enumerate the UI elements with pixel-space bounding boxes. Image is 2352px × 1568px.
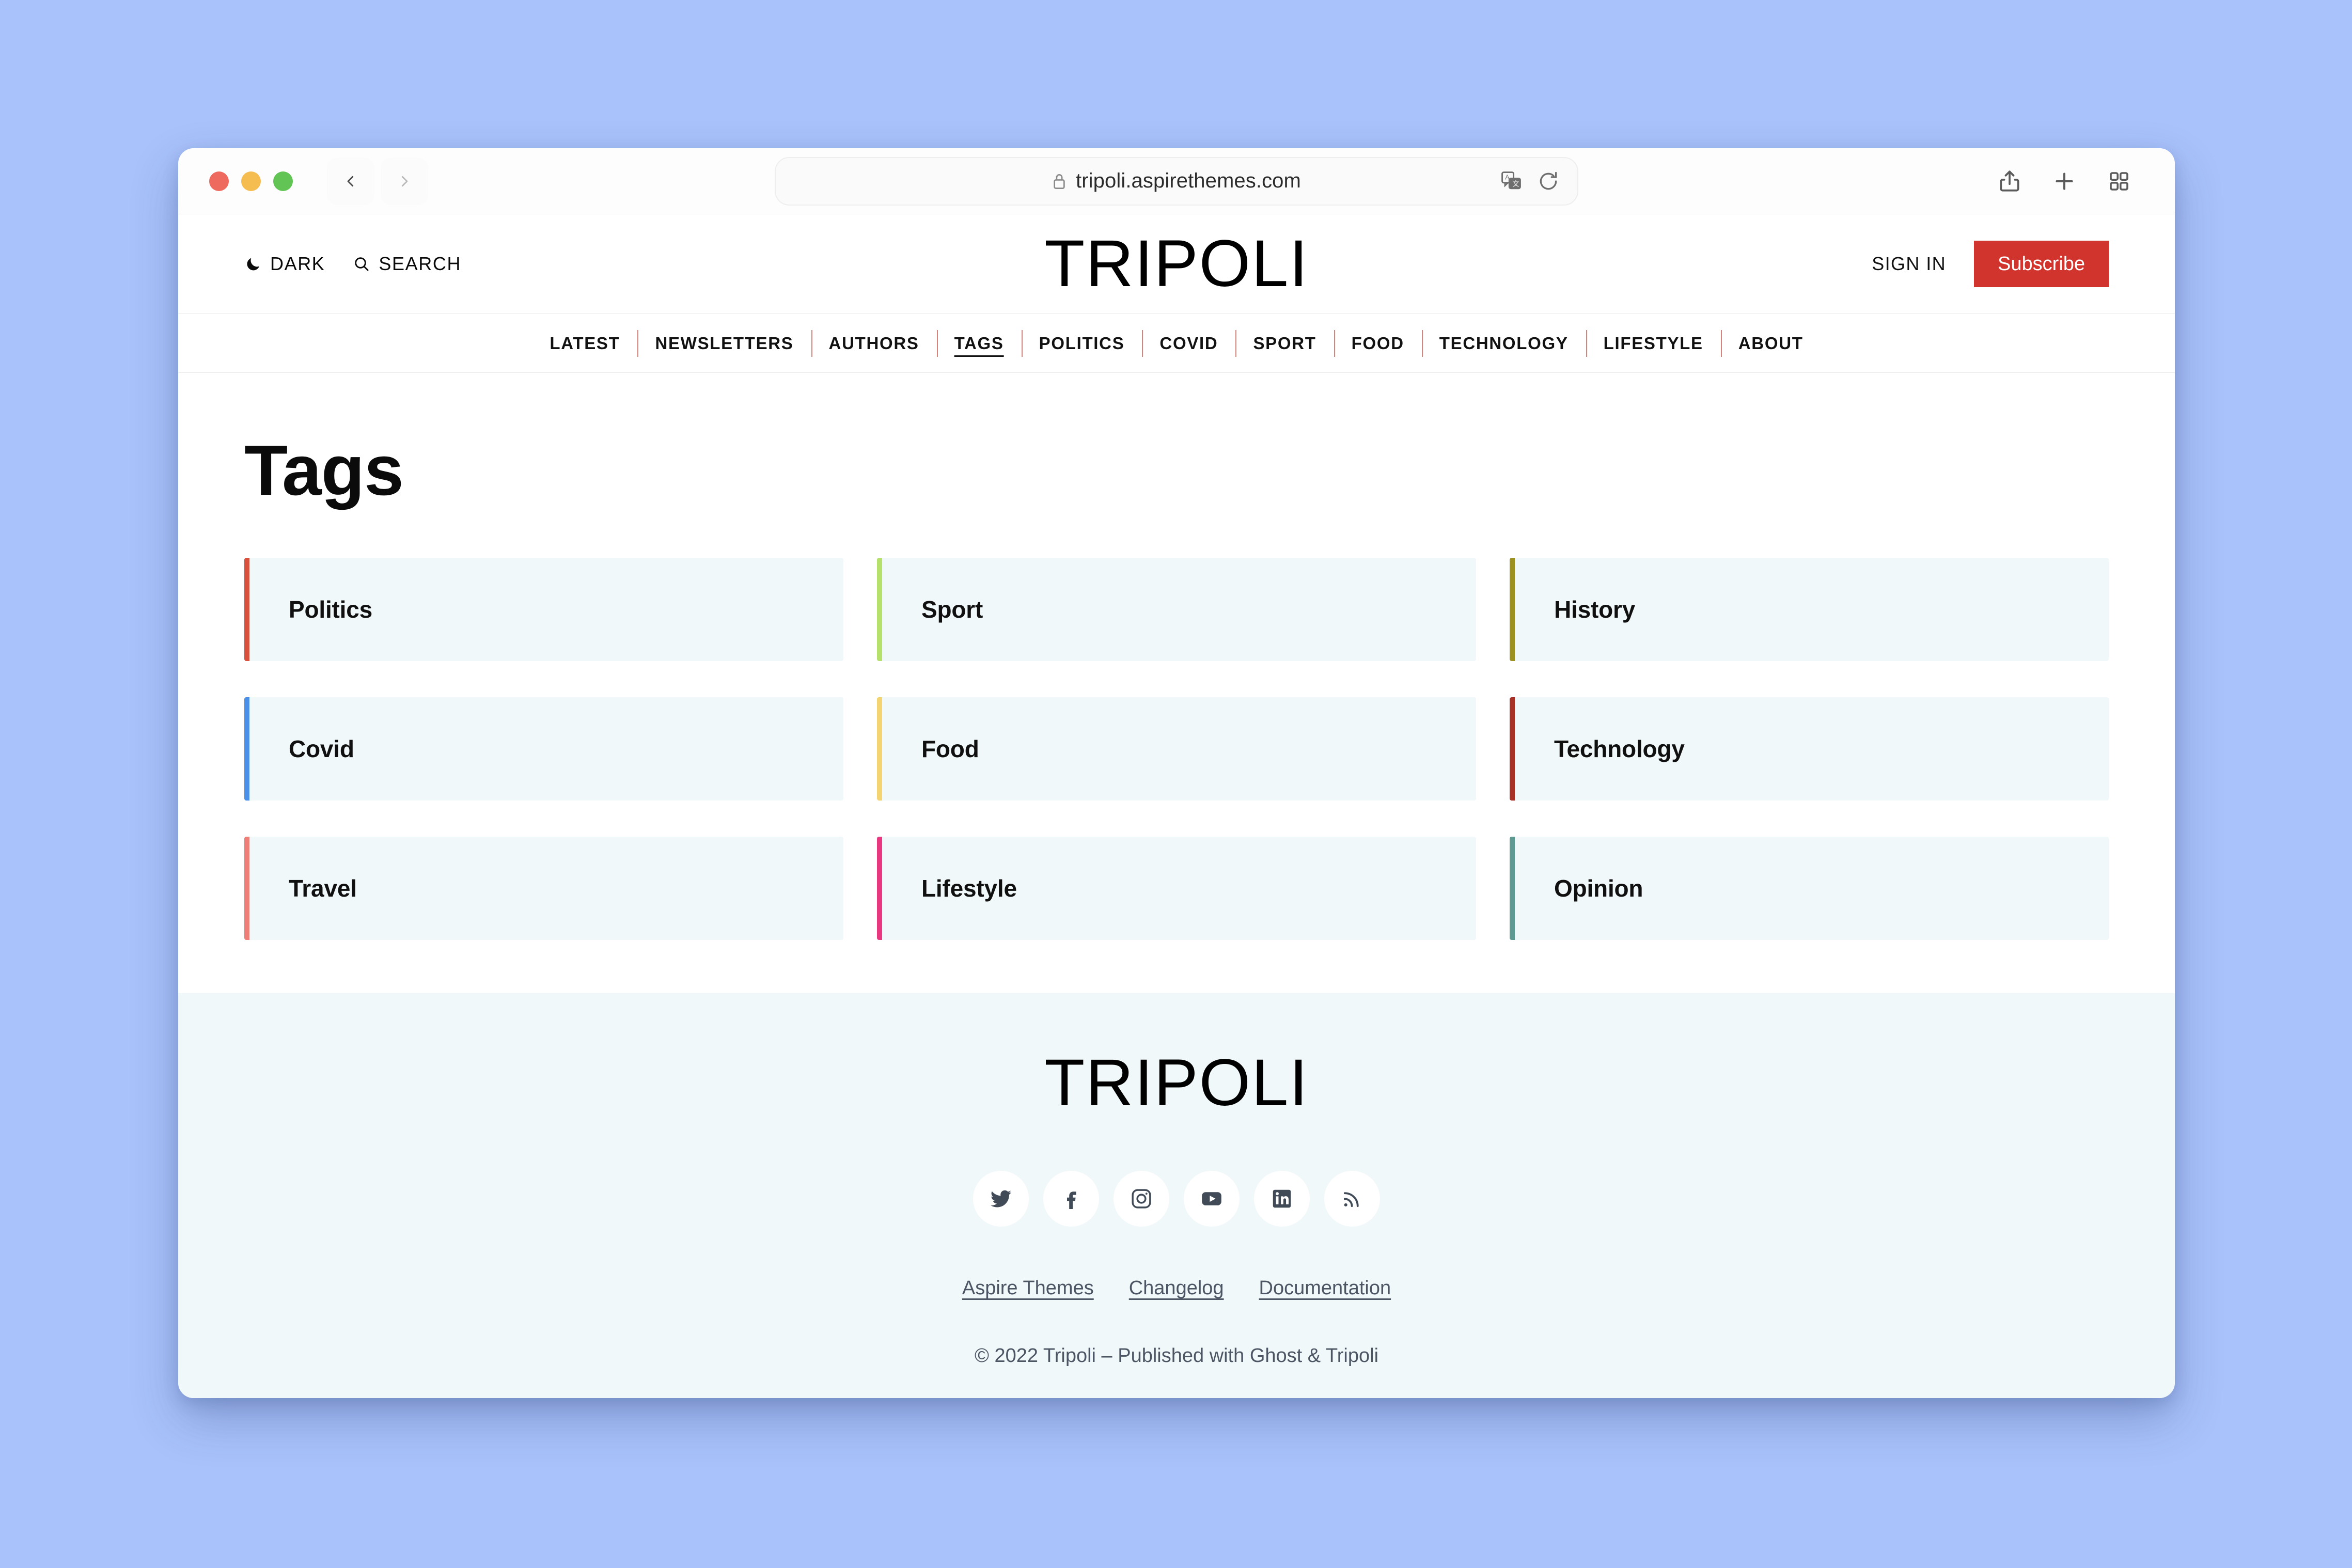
nav-item-latest[interactable]: LATEST	[532, 334, 637, 353]
footer-link-aspire-themes[interactable]: Aspire Themes	[962, 1277, 1094, 1299]
rss-link[interactable]	[1324, 1171, 1380, 1227]
tag-grid: Politics Sport History Covid Food Technology T…	[244, 558, 2109, 940]
nav-item-tags[interactable]: TAGS	[937, 334, 1022, 353]
twitter-icon	[989, 1186, 1013, 1211]
copyright-text: © 2022 Tripoli – Published with Ghost & …	[974, 1345, 1379, 1367]
search-label: SEARCH	[379, 253, 462, 274]
nav-item-covid[interactable]: COVID	[1142, 334, 1235, 353]
tag-card-label: Technology	[1554, 735, 1685, 762]
close-window-button[interactable]	[209, 171, 229, 191]
primary-navigation: LATEST NEWSLETTERS AUTHORS TAGS POLITICS COVI…	[178, 313, 2175, 373]
zoom-window-button[interactable]	[273, 171, 293, 191]
tag-card-label: Opinion	[1554, 875, 1643, 902]
nav-item-sport[interactable]: SPORT	[1235, 334, 1334, 353]
page-viewport: DARK SEARCH TRIPOLI SIGN IN Subscribe LA…	[178, 214, 2175, 1398]
tab-overview-button[interactable]	[2094, 156, 2144, 206]
address-bar-actions: A 文	[1500, 170, 1560, 193]
search-button[interactable]: SEARCH	[353, 253, 461, 275]
browser-toolbar: tripoli.aspirethemes.com A 文	[178, 148, 2175, 214]
tag-card-history[interactable]: History	[1510, 558, 2109, 661]
instagram-link[interactable]	[1114, 1171, 1169, 1227]
lock-icon	[1054, 174, 1065, 189]
share-button[interactable]	[1985, 156, 2034, 206]
nav-item-lifestyle[interactable]: LIFESTYLE	[1586, 334, 1721, 353]
back-button[interactable]	[327, 157, 374, 205]
tag-card-label: History	[1554, 596, 1636, 623]
svg-text:A: A	[1505, 173, 1510, 181]
tag-card-opinion[interactable]: Opinion	[1510, 837, 2109, 940]
footer-logo[interactable]: TRIPOLI	[1044, 1050, 1309, 1116]
site-footer: TRIPOLI Aspire Themes Changelog Documentat…	[178, 993, 2175, 1398]
tab-overview-icon	[2110, 171, 2128, 191]
dark-mode-label: DARK	[270, 253, 325, 274]
social-links	[973, 1171, 1380, 1227]
nav-item-technology[interactable]: TECHNOLOGY	[1422, 334, 1586, 353]
linkedin-link[interactable]	[1254, 1171, 1310, 1227]
tag-card-lifestyle[interactable]: Lifestyle	[877, 837, 1476, 940]
tag-card-label: Lifestyle	[921, 875, 1017, 902]
svg-text:文: 文	[1513, 180, 1519, 187]
tag-card-politics[interactable]: Politics	[244, 558, 843, 661]
new-tab-button[interactable]	[2040, 156, 2089, 206]
footer-links: Aspire Themes Changelog Documentation	[962, 1277, 1391, 1299]
plus-icon	[2056, 172, 2073, 190]
tag-card-covid[interactable]: Covid	[244, 697, 843, 801]
tag-card-travel[interactable]: Travel	[244, 837, 843, 940]
facebook-icon	[1059, 1186, 1084, 1211]
site-logo[interactable]: TRIPOLI	[1044, 231, 1309, 297]
page-title: Tags	[244, 431, 404, 510]
tag-card-technology[interactable]: Technology	[1510, 697, 2109, 801]
header-right-actions: SIGN IN Subscribe	[1872, 241, 2109, 287]
nav-item-authors[interactable]: AUTHORS	[811, 334, 937, 353]
chevron-right-icon	[401, 176, 408, 186]
footer-link-changelog[interactable]: Changelog	[1129, 1277, 1224, 1299]
header-left-actions: DARK SEARCH	[244, 253, 461, 275]
window-controls	[209, 171, 293, 191]
tag-card-label: Covid	[289, 735, 354, 762]
nav-item-food[interactable]: FOOD	[1334, 334, 1422, 353]
url-text: tripoli.aspirethemes.com	[1076, 169, 1301, 192]
main-content: Tags Politics Sport History Covid Food Techno…	[178, 373, 2175, 993]
address-bar[interactable]: tripoli.aspirethemes.com A 文	[775, 156, 1578, 206]
chevron-left-icon	[347, 176, 354, 186]
toolbar-actions	[1985, 156, 2144, 206]
forward-button[interactable]	[381, 157, 428, 205]
rss-icon	[1340, 1187, 1364, 1211]
dark-mode-toggle[interactable]: DARK	[244, 253, 325, 275]
search-icon	[355, 257, 369, 271]
nav-list: LATEST NEWSLETTERS AUTHORS TAGS POLITICS COVI…	[532, 334, 1821, 353]
navigation-buttons	[327, 157, 428, 205]
tag-card-food[interactable]: Food	[877, 697, 1476, 801]
linkedin-icon	[1270, 1187, 1294, 1211]
site-header: DARK SEARCH TRIPOLI SIGN IN Subscribe	[178, 214, 2175, 313]
browser-window: tripoli.aspirethemes.com A 文 DARK SEARCH…	[178, 148, 2175, 1398]
youtube-icon	[1199, 1186, 1224, 1211]
nav-item-newsletters[interactable]: NEWSLETTERS	[637, 334, 811, 353]
reload-icon[interactable]	[1537, 170, 1560, 193]
translate-icon[interactable]: A 文	[1500, 170, 1523, 193]
address-bar-content: tripoli.aspirethemes.com	[1052, 169, 1301, 193]
tag-card-label: Politics	[289, 596, 373, 623]
share-icon	[2000, 170, 2019, 192]
minimize-window-button[interactable]	[241, 171, 261, 191]
moon-icon	[247, 258, 260, 271]
sign-in-link[interactable]: SIGN IN	[1872, 253, 1946, 275]
facebook-link[interactable]	[1043, 1171, 1099, 1227]
tag-card-label: Travel	[289, 875, 357, 902]
tag-card-label: Food	[921, 735, 979, 762]
footer-link-documentation[interactable]: Documentation	[1259, 1277, 1391, 1299]
nav-item-about[interactable]: ABOUT	[1721, 334, 1821, 353]
subscribe-button[interactable]: Subscribe	[1974, 241, 2109, 287]
tag-card-label: Sport	[921, 596, 983, 623]
twitter-link[interactable]	[973, 1171, 1029, 1227]
address-bar-container: tripoli.aspirethemes.com A 文	[775, 156, 1578, 206]
tag-card-sport[interactable]: Sport	[877, 558, 1476, 661]
nav-item-politics[interactable]: POLITICS	[1022, 334, 1142, 353]
instagram-icon	[1130, 1187, 1153, 1211]
youtube-link[interactable]	[1184, 1171, 1240, 1227]
